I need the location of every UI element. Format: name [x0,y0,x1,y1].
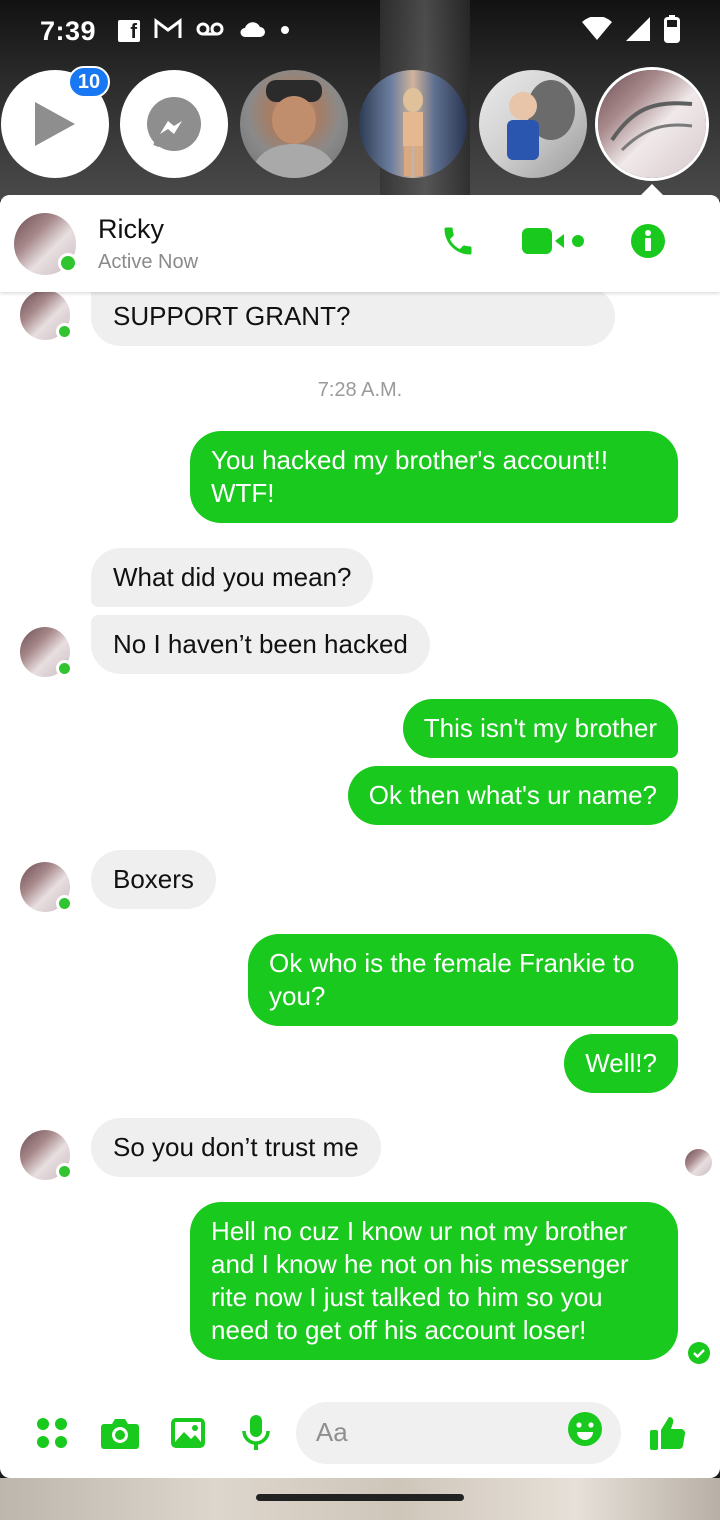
emoji-icon[interactable] [567,1411,603,1454]
message-input[interactable] [315,1417,556,1448]
facebook-icon: f [118,20,141,42]
wifi-icon [582,15,612,46]
contact-head-2[interactable] [359,70,467,178]
outgoing-bubble[interactable]: Ok who is the female Frankie to you? [248,934,678,1027]
message-input-container[interactable] [295,1401,621,1464]
online-indicator [56,1163,73,1180]
unread-badge: 10 [68,66,110,98]
messenger-icon [147,97,201,151]
chat-header: Ricky Active Now [0,195,720,292]
online-indicator [56,660,73,677]
outgoing-bubble[interactable]: This isn't my brother [402,699,678,759]
signal-icon [626,16,650,46]
incoming-bubble[interactable]: What did you mean? [91,548,374,607]
gmail-icon [154,17,182,45]
contact-head-1[interactable] [240,70,348,178]
contact-title[interactable]: Ricky Active Now [98,214,198,274]
sender-avatar[interactable] [20,862,73,912]
status-bar: 7:39 f [0,0,720,62]
video-call-icon[interactable] [522,226,584,261]
chat-heads-row: 10 [0,66,720,180]
sender-avatar[interactable] [20,1130,73,1180]
contact-status: Active Now [98,250,199,273]
incoming-bubble[interactable]: Boxers [91,850,216,909]
incoming-bubble[interactable]: SUPPORT GRANT? [91,292,615,346]
voicemail-icon [196,21,224,42]
battery-icon [664,14,680,48]
status-time: 7:39 [40,15,97,46]
seen-avatar [685,1149,712,1176]
home-indicator[interactable] [256,1494,464,1501]
gallery-icon[interactable] [166,1411,209,1455]
header-actions [440,223,666,264]
person-photo-icon [250,80,338,178]
person-photo-icon [507,80,575,160]
messenger-head[interactable] [120,70,228,178]
outgoing-bubble[interactable]: You hacked my brother's account!! WTF! [190,431,678,524]
delivered-check-icon [688,1342,710,1364]
microphone-icon[interactable] [235,1411,278,1455]
person-photo-icon [403,88,423,176]
sender-avatar[interactable] [20,627,73,677]
info-icon[interactable] [630,223,666,264]
sender-avatar[interactable] [20,292,73,340]
outgoing-bubble[interactable]: Well!? [564,1034,678,1094]
message-composer [0,1387,720,1478]
incoming-bubble[interactable]: So you don’t trust me [91,1118,381,1177]
message-timestamp: 7:28 A.M. [317,379,403,401]
outgoing-bubble[interactable]: Hell no cuz I know ur not my brother and… [190,1202,678,1361]
system-icons [582,14,680,48]
tattoo-photo-icon [610,101,693,152]
online-indicator [56,895,73,912]
contact-head-3[interactable] [479,70,587,178]
online-indicator [58,252,78,273]
message-list: SUPPORT GRANT? 7:28 A.M. You hacked my b… [0,292,720,1387]
thumbs-up-icon[interactable] [647,1411,690,1455]
contact-name: Ricky [98,213,164,244]
camera-icon[interactable] [98,1411,141,1455]
chat-panel: Ricky Active Now SUPPORT GRANT? 7:28 A.M… [0,195,720,1478]
incoming-bubble[interactable]: No I haven’t been hacked [91,615,430,674]
contact-avatar[interactable] [14,212,78,275]
apps-icon[interactable] [30,1411,73,1455]
notification-icons: f [118,17,290,45]
phone-icon[interactable] [440,223,476,264]
outgoing-bubble[interactable]: Ok then what's ur name? [347,766,678,826]
cloud-icon [238,19,266,44]
online-indicator [56,323,73,340]
contact-head-active[interactable] [598,70,706,178]
dot-icon [280,22,290,40]
